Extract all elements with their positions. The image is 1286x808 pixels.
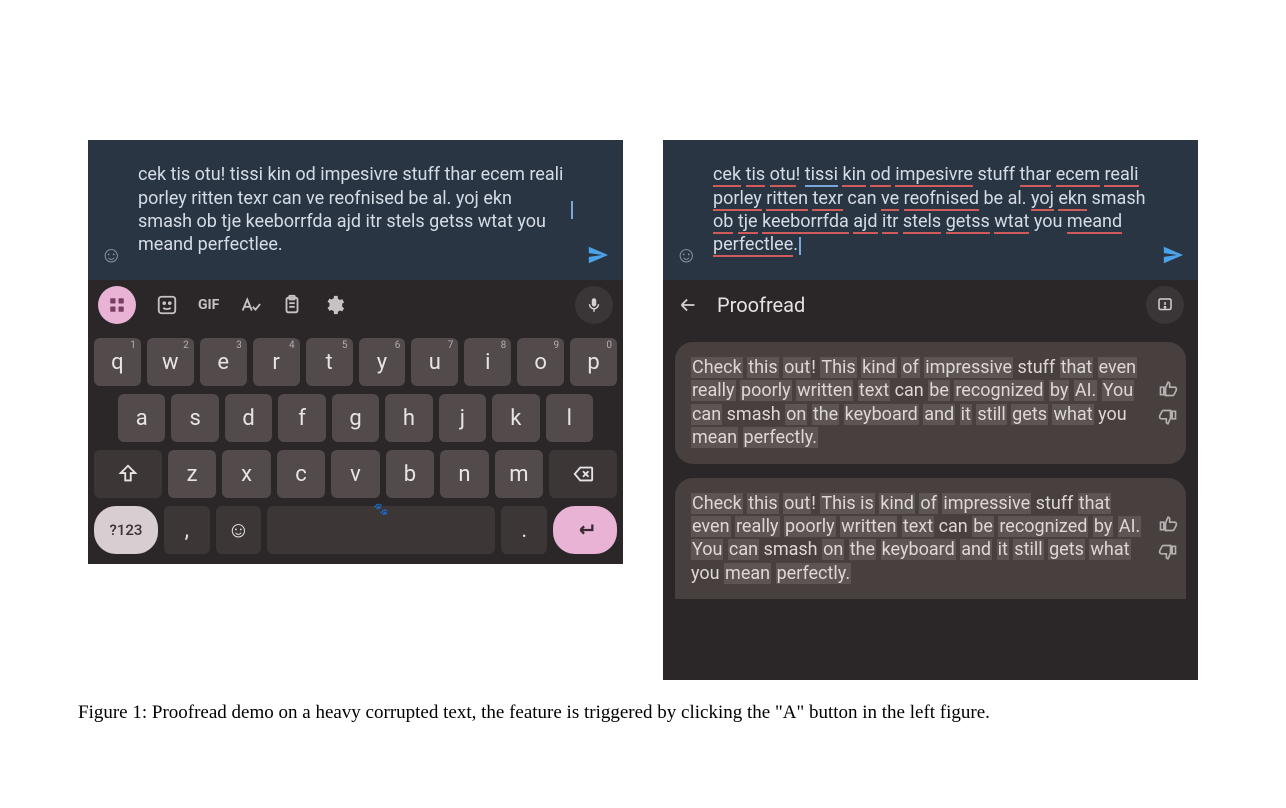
suggestion-card[interactable]: Check this out! This kind of impressive … <box>675 342 1186 464</box>
key-r[interactable]: 4r <box>253 338 300 386</box>
key-l[interactable]: l <box>546 394 593 442</box>
suggestion-text: Check this out! This is kind of impressi… <box>691 492 1150 586</box>
key-p[interactable]: 0p <box>570 338 617 386</box>
emoji-key[interactable]: ☺ <box>216 506 262 554</box>
text-cursor <box>571 201 573 219</box>
thumbs-up-icon[interactable] <box>1158 513 1178 533</box>
keyboard-row-2: a s d f g h j k l <box>94 394 617 442</box>
send-icon[interactable] <box>587 244 609 266</box>
key-d[interactable]: d <box>225 394 272 442</box>
key-f[interactable]: f <box>278 394 325 442</box>
typed-text[interactable]: cek tis otu! tissi kin od impesivre stuf… <box>138 163 570 257</box>
figure-container: ☺ cek tis otu! tissi kin od impesivre st… <box>78 140 1208 680</box>
feedback-icon[interactable] <box>1146 286 1184 324</box>
figure-caption: Figure 1: Proofread demo on a heavy corr… <box>78 700 1208 726</box>
keyboard: 1q 2w 3e 4r 5t 6y 7u 8i 9o 0p a s d f g … <box>88 330 623 564</box>
right-phone-panel: ☺ cek tis otu! tissi kin od impesivre st… <box>663 140 1198 680</box>
key-h[interactable]: h <box>385 394 432 442</box>
key-s[interactable]: s <box>171 394 218 442</box>
paw-icon: 🐾 <box>374 502 389 516</box>
period-key[interactable]: . <box>501 506 547 554</box>
emoji-icon[interactable]: ☺ <box>675 242 697 268</box>
text-input-area-right[interactable]: ☺ cek tis otu! tissi kin od impesivre st… <box>663 140 1198 280</box>
key-v[interactable]: v <box>331 450 379 498</box>
keyboard-row-4: ?123 , ☺ 🐾 . <box>94 506 617 554</box>
gif-button[interactable]: GIF <box>198 297 219 313</box>
key-b[interactable]: b <box>386 450 434 498</box>
numbers-key[interactable]: ?123 <box>94 506 158 554</box>
key-j[interactable]: j <box>439 394 486 442</box>
proofread-header: Proofread <box>663 280 1198 330</box>
suggestion-text: Check this out! This kind of impressive … <box>691 356 1150 450</box>
apps-icon[interactable] <box>98 286 136 324</box>
key-e[interactable]: 3e <box>200 338 247 386</box>
proofread-suggestions: Check this out! This kind of impressive … <box>663 330 1198 680</box>
key-w[interactable]: 2w <box>147 338 194 386</box>
key-a[interactable]: a <box>118 394 165 442</box>
sticker-icon[interactable] <box>156 294 178 316</box>
key-q[interactable]: 1q <box>94 338 141 386</box>
enter-key[interactable] <box>553 506 617 554</box>
keyboard-toolbar: GIF <box>88 280 623 330</box>
key-k[interactable]: k <box>492 394 539 442</box>
proofread-a-icon[interactable] <box>239 294 261 316</box>
emoji-icon[interactable]: ☺ <box>100 242 122 268</box>
keyboard-row-3: z x c v b n m <box>94 450 617 498</box>
comma-key[interactable]: , <box>164 506 210 554</box>
text-input-area[interactable]: ☺ cek tis otu! tissi kin od impesivre st… <box>88 140 623 280</box>
key-o[interactable]: 9o <box>517 338 564 386</box>
key-c[interactable]: c <box>277 450 325 498</box>
thumbs-down-icon[interactable] <box>1158 408 1178 428</box>
key-z[interactable]: z <box>168 450 216 498</box>
settings-icon[interactable] <box>323 294 345 316</box>
proofread-title: Proofread <box>717 293 805 317</box>
key-n[interactable]: n <box>440 450 488 498</box>
text-cursor <box>799 237 801 255</box>
key-g[interactable]: g <box>332 394 379 442</box>
clipboard-icon[interactable] <box>281 294 303 316</box>
thumbs-up-icon[interactable] <box>1158 378 1178 398</box>
key-u[interactable]: 7u <box>411 338 458 386</box>
send-icon[interactable] <box>1162 244 1184 266</box>
key-t[interactable]: 5t <box>306 338 353 386</box>
typed-text-underlined[interactable]: cek tis otu! tissi kin od impesivre stuf… <box>713 163 1148 257</box>
mic-icon[interactable] <box>575 286 613 324</box>
left-phone-panel: ☺ cek tis otu! tissi kin od impesivre st… <box>88 140 623 680</box>
key-m[interactable]: m <box>495 450 543 498</box>
spacebar[interactable]: 🐾 <box>267 506 495 554</box>
key-x[interactable]: x <box>222 450 270 498</box>
back-icon[interactable] <box>677 294 699 316</box>
keyboard-row-1: 1q 2w 3e 4r 5t 6y 7u 8i 9o 0p <box>94 338 617 386</box>
thumbs-down-icon[interactable] <box>1158 543 1178 563</box>
key-i[interactable]: 8i <box>464 338 511 386</box>
backspace-key[interactable] <box>549 450 617 498</box>
key-y[interactable]: 6y <box>359 338 406 386</box>
shift-key[interactable] <box>94 450 162 498</box>
suggestion-card[interactable]: Check this out! This is kind of impressi… <box>675 478 1186 600</box>
